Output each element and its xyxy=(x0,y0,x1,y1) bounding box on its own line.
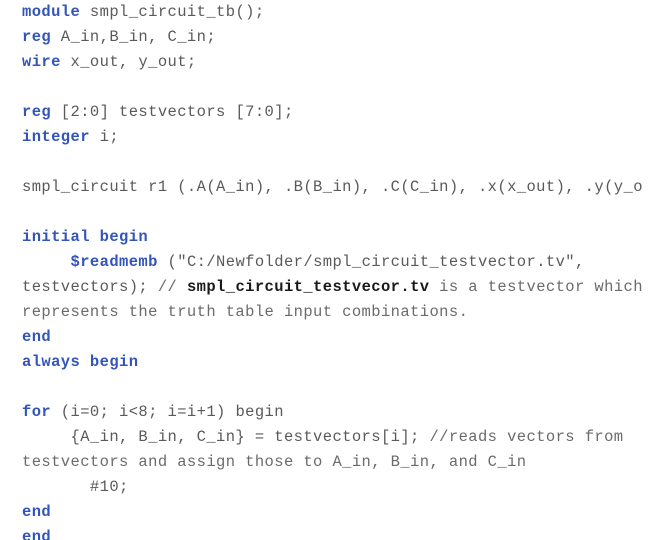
code-token-plain: ("C:/Newfolder/smpl_circuit_testvector.t… xyxy=(157,253,585,271)
code-token-kw: reg xyxy=(22,103,52,121)
code-token-kw: integer xyxy=(22,128,90,146)
code-token-kw: for xyxy=(22,403,52,421)
code-token-cmt: represents the truth table input combina… xyxy=(22,303,469,321)
code-line: end xyxy=(22,325,653,350)
code-token-plain: smpl_circuit r1 (.A(A_in), .B(B_in), .C(… xyxy=(22,178,643,196)
code-token-kw: end xyxy=(22,528,52,540)
code-token-kw: always begin xyxy=(22,353,139,371)
code-token-plain: x_out, y_out; xyxy=(60,53,197,71)
code-line: for (i=0; i<8; i=i+1) begin xyxy=(22,400,653,425)
code-token-plain: {A_in, B_in, C_in} = testvectors[i]; xyxy=(22,428,430,446)
code-line: #10; xyxy=(22,475,653,500)
code-token-kw: end xyxy=(22,503,52,521)
code-token-kw: initial begin xyxy=(22,228,149,246)
code-line: end xyxy=(22,500,653,525)
code-line: reg [2:0] testvectors [7:0]; xyxy=(22,100,653,125)
code-line: smpl_circuit r1 (.A(A_in), .B(B_in), .C(… xyxy=(22,175,653,200)
code-token-plain: i; xyxy=(89,128,120,146)
code-line: always begin xyxy=(22,350,653,375)
code-line: module smpl_circuit_tb(); xyxy=(22,0,653,25)
code-line: $readmemb ("C:/Newfolder/smpl_circuit_te… xyxy=(22,250,653,275)
code-token-kw: end xyxy=(22,328,52,346)
code-token-plain: (i=0; i<8; i=i+1) begin xyxy=(51,403,284,421)
code-token-plain: smpl_circuit_tb(); xyxy=(80,3,265,21)
code-line: reg A_in,B_in, C_in; xyxy=(22,25,653,50)
code-token-kw: wire xyxy=(22,53,61,71)
code-token-cmt: testvectors and assign those to A_in, B_… xyxy=(22,453,527,471)
code-token-plain: #10; xyxy=(22,478,129,496)
code-line: end xyxy=(22,525,653,540)
code-token-plain: testvectors); xyxy=(22,278,158,296)
code-token-kw: reg xyxy=(22,28,52,46)
code-token-cmt: //reads vectors from xyxy=(429,428,624,446)
code-line: testvectors); // smpl_circuit_testvecor.… xyxy=(22,275,653,300)
code-token-plain: A_in,B_in, C_in; xyxy=(51,28,217,46)
code-line: {A_in, B_in, C_in} = testvectors[i]; //r… xyxy=(22,425,653,450)
code-token-cmt: is a testvector which xyxy=(429,278,643,296)
code-token-plain: [2:0] testvectors [7:0]; xyxy=(51,103,294,121)
code-token-cmtb: smpl_circuit_testvecor.tv xyxy=(186,278,430,296)
code-token-sys: $readmemb xyxy=(70,253,158,271)
code-line: wire x_out, y_out; xyxy=(22,50,653,75)
code-listing: module smpl_circuit_tb(); reg A_in,B_in, … xyxy=(0,0,653,540)
code-line: integer i; xyxy=(22,125,653,150)
code-token-kw: module xyxy=(22,3,81,21)
code-token-cmt: // xyxy=(157,278,187,296)
code-line: testvectors and assign those to A_in, B_… xyxy=(22,450,653,475)
code-line: initial begin xyxy=(22,225,653,250)
code-line: represents the truth table input combina… xyxy=(22,300,653,325)
